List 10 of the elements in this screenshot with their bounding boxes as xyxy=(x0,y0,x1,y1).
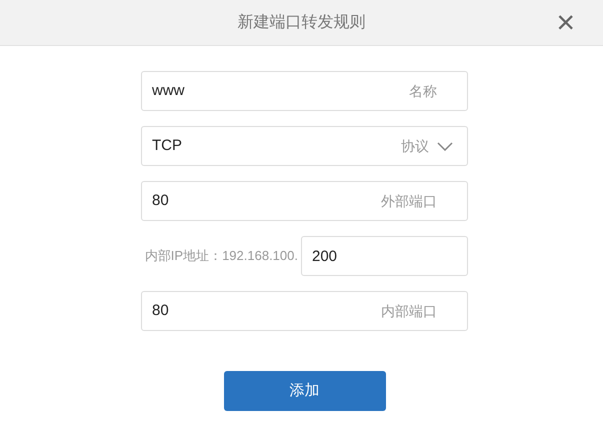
text-field[interactable]: 80 内部端口 xyxy=(141,291,468,331)
close-button[interactable]: × xyxy=(556,6,575,38)
protocol-select[interactable]: TCP 协议 xyxy=(141,126,468,166)
dialog-title: 新建端口转发规则 xyxy=(238,12,366,32)
ip-suffix-field[interactable]: 200 xyxy=(301,236,468,276)
text-field[interactable]: www 名称 xyxy=(141,71,468,111)
ip-prefix-label: 内部IP地址：192.168.100. xyxy=(144,247,298,266)
chevron-down-icon xyxy=(437,142,453,150)
text-field[interactable]: 80 外部端口 xyxy=(141,181,468,221)
add-button[interactable]: 添加 xyxy=(224,371,386,411)
